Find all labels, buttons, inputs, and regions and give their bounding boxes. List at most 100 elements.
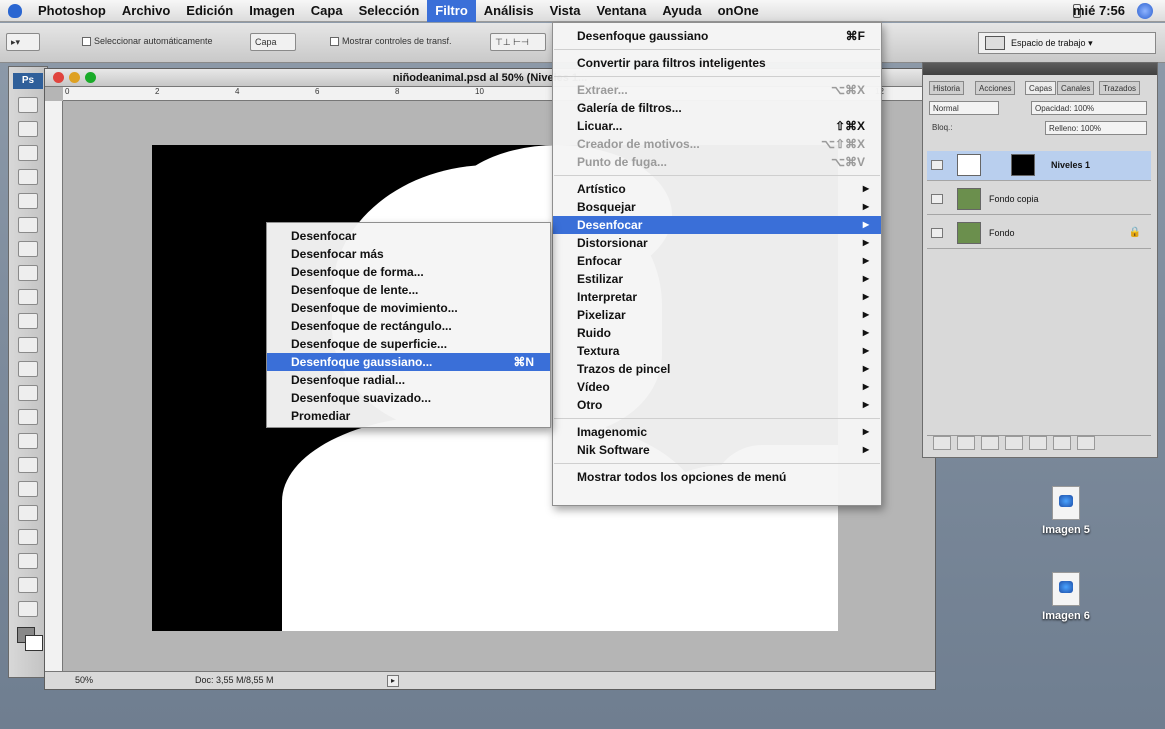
menu-item[interactable]: Interpretar ▶ (553, 288, 881, 306)
zoom-tool-icon[interactable] (18, 601, 38, 617)
fill-field[interactable]: Relleno: 100% (1045, 121, 1147, 135)
menu-item[interactable]: Ruido ▶ (553, 324, 881, 342)
menu-ventana[interactable]: Ventana (588, 0, 654, 22)
move-tool-icon[interactable] (18, 97, 38, 113)
menu-item[interactable]: Mostrar todos los opciones de menú (553, 468, 881, 486)
eraser-tool-icon[interactable] (18, 337, 38, 353)
menu-capa[interactable]: Capa (303, 0, 351, 22)
menu-item[interactable]: Desenfoque de superficie... (267, 335, 550, 353)
new-layer-icon[interactable] (1053, 436, 1071, 450)
layer-select-dropdown[interactable]: Capa (250, 33, 296, 51)
layer-row-fondo[interactable]: Fondo 🔒 (927, 219, 1151, 249)
vertical-ruler[interactable] (45, 101, 63, 671)
tab-acciones[interactable]: Acciones (975, 81, 1016, 95)
lasso-tool-icon[interactable] (18, 145, 38, 161)
menu-onone[interactable]: onOne (710, 0, 767, 22)
menu-item[interactable]: Licuar... ⇧⌘X (553, 117, 881, 135)
healing-brush-tool-icon[interactable] (18, 241, 38, 257)
hand-tool-icon[interactable] (18, 577, 38, 593)
menu-item[interactable]: Desenfoque de lente... (267, 281, 550, 299)
menu-item[interactable]: Otro ▶ (553, 396, 881, 414)
menu-item[interactable]: Distorsionar ▶ (553, 234, 881, 252)
menu-item[interactable]: Desenfoque gaussiano... ⌘N (267, 353, 550, 371)
layer-row-fondo-copia[interactable]: Fondo copia (927, 185, 1151, 215)
adjustment-layer-icon[interactable] (1005, 436, 1023, 450)
menu-imagen[interactable]: Imagen (241, 0, 303, 22)
desktop-icon-imagen-6[interactable]: Imagen 6 (1036, 572, 1096, 622)
new-group-icon[interactable] (1029, 436, 1047, 450)
background-color-swatch[interactable] (25, 635, 43, 651)
crop-tool-icon[interactable] (18, 193, 38, 209)
tab-capas[interactable]: Capas (1025, 81, 1057, 95)
layers-panel-titlebar[interactable] (923, 63, 1157, 75)
brush-tool-icon[interactable] (18, 265, 38, 281)
menu-archivo[interactable]: Archivo (114, 0, 178, 22)
marquee-tool-icon[interactable] (18, 121, 38, 137)
apple-menu-icon[interactable] (0, 0, 30, 22)
menu-seleccion[interactable]: Selección (351, 0, 428, 22)
path-select-tool-icon[interactable] (18, 481, 38, 497)
eyedropper-tool-icon[interactable] (18, 553, 38, 569)
menu-item[interactable]: Trazos de pincel ▶ (553, 360, 881, 378)
tab-canales[interactable]: Canales (1057, 81, 1095, 95)
layer-row-niveles[interactable]: Niveles 1 (927, 151, 1151, 181)
slice-tool-icon[interactable] (18, 217, 38, 233)
dodge-tool-icon[interactable] (18, 409, 38, 425)
tab-trazados[interactable]: Trazados (1099, 81, 1141, 95)
pen-tool-icon[interactable] (18, 433, 38, 449)
menu-item[interactable]: Pixelizar ▶ (553, 306, 881, 324)
menu-item[interactable]: Desenfoque de rectángulo... (267, 317, 550, 335)
menu-item[interactable]: Estilizar ▶ (553, 270, 881, 288)
menu-item[interactable]: Bosquejar ▶ (553, 198, 881, 216)
menu-item[interactable]: Artístico ▶ (553, 180, 881, 198)
move-tool-preset-icon[interactable]: ▸▾ (6, 33, 40, 51)
menu-item[interactable]: Galería de filtros... (553, 99, 881, 117)
menu-item[interactable]: Desenfoque de forma... (267, 263, 550, 281)
type-tool-icon[interactable] (18, 457, 38, 473)
menu-item[interactable]: Desenfocar (267, 227, 550, 245)
menu-item[interactable]: Desenfoque radial... (267, 371, 550, 389)
eye-icon[interactable] (931, 194, 943, 204)
menu-item[interactable]: Convertir para filtros inteligentes (553, 54, 881, 72)
menu-item[interactable]: Imagenomic ▶ (553, 423, 881, 441)
blend-mode-dropdown[interactable]: Normal (929, 101, 999, 115)
show-controls-checkbox[interactable]: Mostrar controles de transf. (326, 33, 456, 51)
align-buttons[interactable]: ⊤⊥ ⊢⊣ (490, 33, 546, 51)
shape-tool-icon[interactable] (18, 505, 38, 521)
doc-size-info[interactable]: Doc: 3,55 M/8,55 M (195, 672, 274, 689)
workspace-dropdown[interactable]: Espacio de trabajo ▾ (978, 32, 1156, 54)
eye-icon[interactable] (931, 228, 943, 238)
minimize-window-icon[interactable] (69, 72, 80, 83)
zoom-level[interactable]: 50% (75, 672, 93, 689)
menu-item[interactable]: Desenfoque gaussiano ⌘F (553, 27, 881, 45)
zoom-window-icon[interactable] (85, 72, 96, 83)
status-arrow-icon[interactable]: ▸ (387, 675, 399, 687)
menu-item[interactable]: Vídeo ▶ (553, 378, 881, 396)
menu-edicion[interactable]: Edición (178, 0, 241, 22)
opacity-field[interactable]: Opacidad: 100% (1031, 101, 1147, 115)
menu-item[interactable]: Enfocar ▶ (553, 252, 881, 270)
clone-stamp-tool-icon[interactable] (18, 289, 38, 305)
menu-analisis[interactable]: Análisis (476, 0, 542, 22)
layer-style-icon[interactable] (957, 436, 975, 450)
gradient-tool-icon[interactable] (18, 361, 38, 377)
close-window-icon[interactable] (53, 72, 64, 83)
menu-item[interactable]: Desenfocar más (267, 245, 550, 263)
menu-item[interactable]: Textura ▶ (553, 342, 881, 360)
menu-item[interactable]: Desenfoque suavizado... (267, 389, 550, 407)
layer-mask-thumbnail[interactable] (1011, 154, 1035, 176)
magic-wand-tool-icon[interactable] (18, 169, 38, 185)
add-mask-icon[interactable] (981, 436, 999, 450)
menu-filtro[interactable]: Filtro (427, 0, 476, 22)
menu-vista[interactable]: Vista (542, 0, 589, 22)
desktop-icon-imagen-5[interactable]: Imagen 5 (1036, 486, 1096, 536)
menu-app[interactable]: Photoshop (30, 0, 114, 22)
blur-tool-icon[interactable] (18, 385, 38, 401)
spotlight-icon[interactable] (1137, 3, 1153, 19)
link-layers-icon[interactable] (933, 436, 951, 450)
menu-item[interactable]: Nik Software ▶ (553, 441, 881, 459)
menu-item[interactable]: Promediar (267, 407, 550, 425)
menu-item[interactable]: Desenfoque de movimiento... (267, 299, 550, 317)
history-brush-tool-icon[interactable] (18, 313, 38, 329)
menubar-clock[interactable]: mié 7:56 (1073, 0, 1125, 22)
